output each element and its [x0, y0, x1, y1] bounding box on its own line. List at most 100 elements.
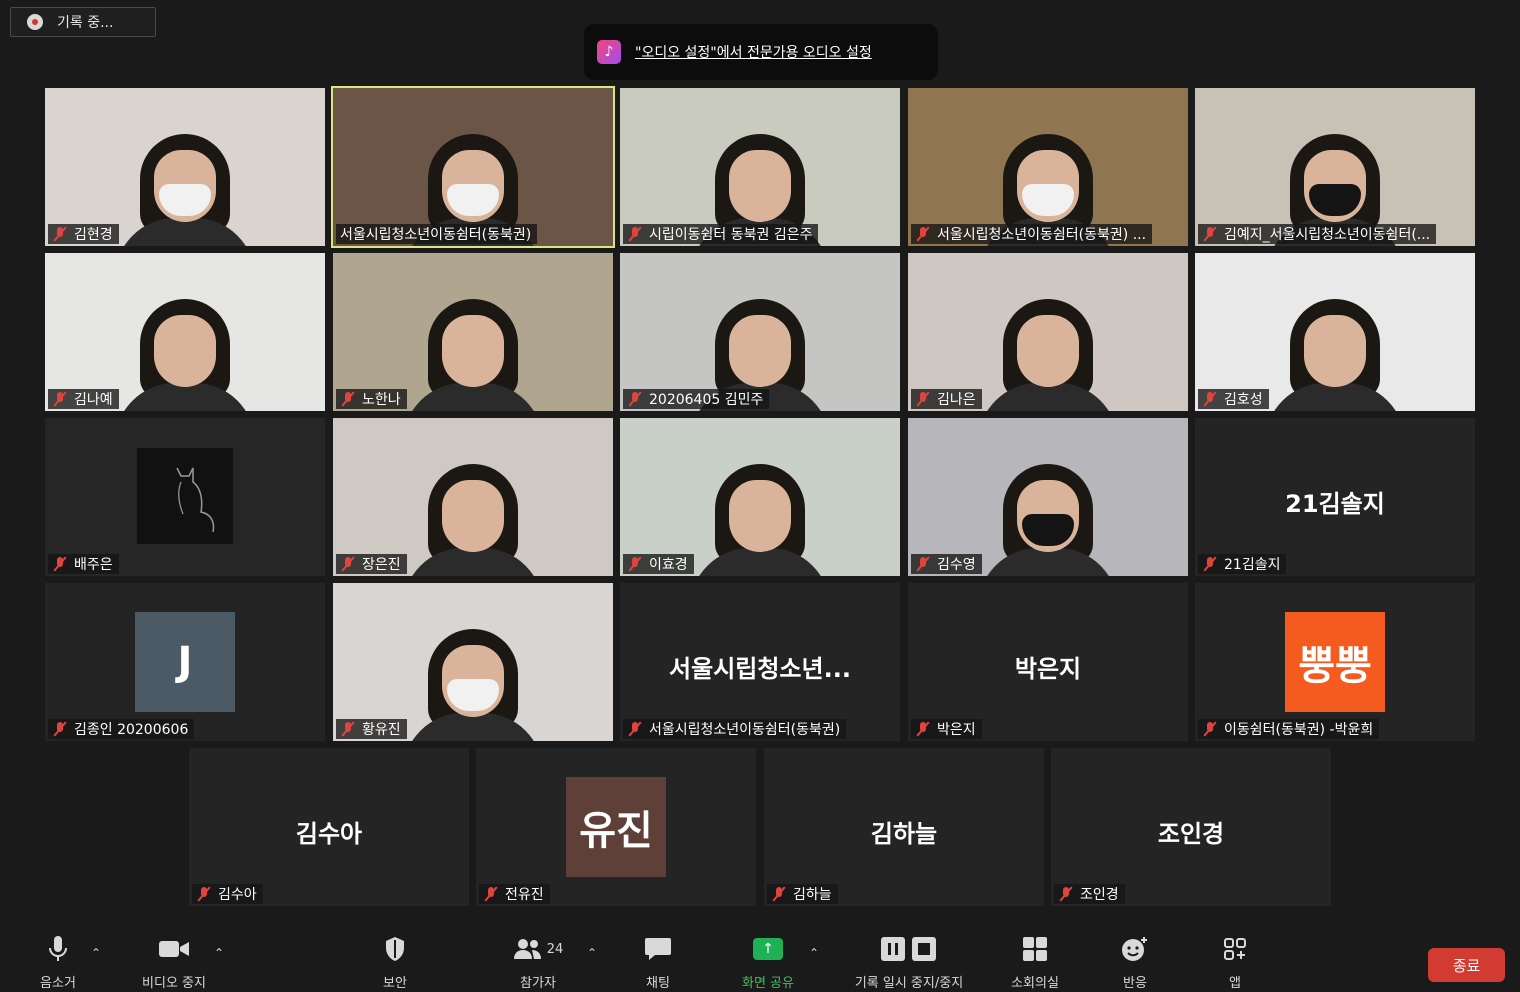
participant-tile[interactable]: 20206405 김민주: [620, 253, 900, 411]
participant-name: 배주은: [74, 557, 113, 573]
participant-name-tag: 20206405 김민주: [623, 389, 770, 409]
stop-video-button[interactable]: 비디오 중지: [128, 934, 220, 992]
participant-tile[interactable]: 이효경: [620, 418, 900, 576]
participant-video: [620, 88, 900, 246]
participant-tile[interactable]: 배주은: [45, 418, 325, 576]
chat-button[interactable]: 채팅: [633, 934, 683, 992]
cat-silhouette-image: [137, 448, 233, 544]
participants-icon: 24: [500, 934, 576, 964]
participant-video: [620, 253, 900, 411]
participant-video: [908, 88, 1188, 246]
participant-tile[interactable]: 김수아 김수아: [189, 748, 469, 906]
mic-muted-icon: [483, 886, 499, 902]
participant-tile[interactable]: 21김솔지 21김솔지: [1195, 418, 1475, 576]
participant-tile[interactable]: 김하늘 김하늘: [764, 748, 1044, 906]
participant-tile[interactable]: 노한나: [333, 253, 613, 411]
participant-name: 20206405 김민주: [649, 392, 764, 408]
participant-tile[interactable]: 서울시립청소년이동쉼터(동북권) ...: [908, 88, 1188, 246]
participant-tile[interactable]: 서울시립청소년... 서울시립청소년이동쉼터(동북권): [620, 583, 900, 741]
participant-silhouette: [398, 291, 548, 411]
mic-muted-icon: [52, 721, 68, 737]
participant-video: [908, 418, 1188, 576]
participant-name: 김예지_서울시립청소년이동쉼터(...: [1224, 227, 1431, 243]
participant-name-tag: 박은지: [911, 719, 982, 739]
participants-button[interactable]: 24 참가자: [500, 934, 576, 992]
mic-muted-icon: [1058, 886, 1074, 902]
participant-name: 전유진: [505, 887, 544, 903]
participant-name-tag: 김현경: [48, 224, 119, 244]
participant-name-tag: 전유진: [479, 884, 550, 904]
participant-name: 김호성: [1224, 392, 1263, 408]
participant-name-tag: 김나예: [48, 389, 119, 409]
mic-muted-icon: [627, 721, 643, 737]
participant-name: 김나은: [937, 392, 976, 408]
grid-icon: [1000, 934, 1070, 964]
mic-muted-icon: [1202, 721, 1218, 737]
participant-name: 김현경: [74, 227, 113, 243]
share-screen-button[interactable]: ↑ 화면 공유: [730, 934, 806, 992]
chevron-up-icon[interactable]: ⌃: [91, 946, 101, 960]
recording-indicator[interactable]: 기록 중...: [10, 7, 156, 37]
participant-tile[interactable]: 황유진: [333, 583, 613, 741]
participant-tile[interactable]: 김예지_서울시립청소년이동쉼터(...: [1195, 88, 1475, 246]
participant-tile[interactable]: 유진 전유진: [476, 748, 756, 906]
pause-stop-recording-button[interactable]: 기록 일시 중지/중지: [836, 934, 982, 992]
participant-tile[interactable]: 장은진: [333, 418, 613, 576]
participant-video: [1195, 253, 1475, 411]
participant-silhouette: [973, 456, 1123, 576]
share-screen-icon: ↑: [730, 934, 806, 964]
participant-tile[interactable]: J 김종인 20200606: [45, 583, 325, 741]
participant-name: 김나예: [74, 392, 113, 408]
chevron-up-icon[interactable]: ⌃: [809, 946, 819, 960]
audio-settings-notification[interactable]: ♪ "오디오 설정"에서 전문가용 오디오 설정: [584, 24, 938, 80]
participant-video: [908, 253, 1188, 411]
participant-name-tag: 김호성: [1198, 389, 1269, 409]
mic-muted-icon: [915, 556, 931, 572]
apps-label: 앱: [1229, 976, 1241, 991]
mic-muted-icon: [627, 391, 643, 407]
participant-name-tag: 장은진: [336, 554, 407, 574]
participant-silhouette: [110, 126, 260, 246]
mic-muted-icon: [52, 556, 68, 572]
participant-tile[interactable]: 김수영: [908, 418, 1188, 576]
chevron-up-icon[interactable]: ⌃: [214, 946, 224, 960]
participant-tile[interactable]: 서울시립청소년이동쉼터(동북권): [331, 86, 615, 248]
participant-video: [45, 253, 325, 411]
participant-tile[interactable]: 김현경: [45, 88, 325, 246]
mute-button[interactable]: 음소거: [28, 934, 88, 992]
participant-tile[interactable]: 김나예: [45, 253, 325, 411]
reactions-button[interactable]: 반응: [1110, 934, 1160, 992]
participant-video: [333, 583, 613, 741]
mic-muted-icon: [1202, 226, 1218, 242]
chat-icon: [633, 934, 683, 964]
security-label: 보안: [383, 976, 407, 991]
notification-message[interactable]: "오디오 설정"에서 전문가용 오디오 설정: [635, 42, 872, 62]
participant-name: 김하늘: [793, 887, 832, 903]
chevron-up-icon[interactable]: ⌃: [587, 946, 597, 960]
participant-tile[interactable]: 시립이동쉼터 동북권 김은주: [620, 88, 900, 246]
record-label: 기록 일시 중지/중지: [854, 976, 964, 991]
participant-name-tag: 김하늘: [767, 884, 838, 904]
participant-name-tag: 배주은: [48, 554, 119, 574]
mic-muted-icon: [52, 391, 68, 407]
participant-tile[interactable]: 김나은: [908, 253, 1188, 411]
mic-muted-icon: [915, 226, 931, 242]
participant-tile[interactable]: 뿡뿡 이동쉼터(동북권) -박윤희: [1195, 583, 1475, 741]
participant-tile[interactable]: 김호성: [1195, 253, 1475, 411]
participant-tile[interactable]: 조인경 조인경: [1051, 748, 1331, 906]
pause-stop-icon: [836, 934, 982, 964]
participant-display-name: 21김솔지: [1285, 490, 1385, 518]
participant-silhouette: [110, 291, 260, 411]
shield-icon: [370, 934, 420, 964]
security-button[interactable]: 보안: [370, 934, 420, 992]
end-meeting-button[interactable]: 종료: [1428, 948, 1505, 982]
breakout-rooms-button[interactable]: 소회의실: [1000, 934, 1070, 992]
participant-tile[interactable]: 박은지 박은지: [908, 583, 1188, 741]
participant-name: 서울시립청소년이동쉼터(동북권): [340, 227, 532, 243]
camera-icon: [128, 934, 220, 964]
participant-video: [333, 253, 613, 411]
participant-name: 서울시립청소년이동쉼터(동북권): [649, 722, 841, 738]
apps-button[interactable]: 앱: [1210, 934, 1260, 992]
participant-silhouette: [973, 291, 1123, 411]
participant-name: 황유진: [362, 722, 401, 738]
